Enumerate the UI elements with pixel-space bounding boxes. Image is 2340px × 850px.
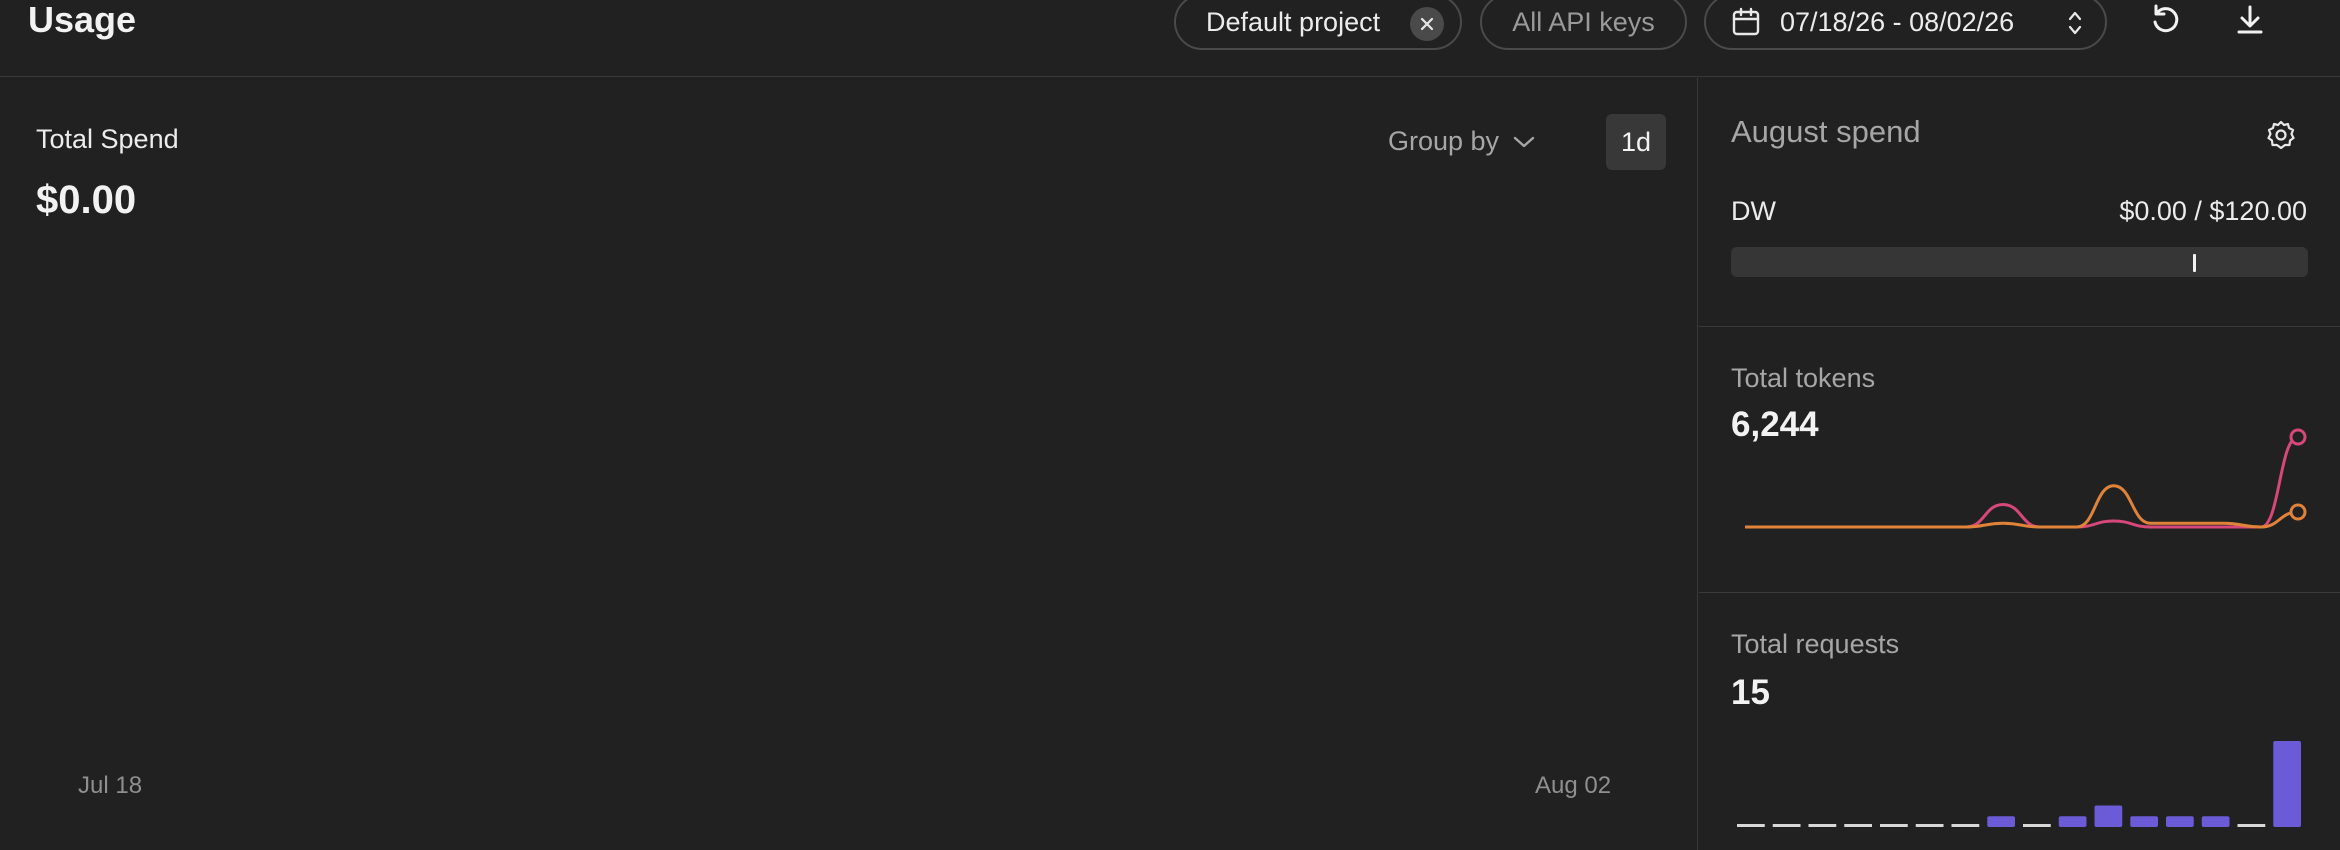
budget-threshold-marker (2193, 254, 2196, 272)
requests-bar-empty (1951, 824, 1980, 827)
summary-panel: August spend DW $0.00 / $120.00 Total to… (1699, 78, 2340, 850)
sort-icon (2068, 11, 2082, 35)
tokens-series-line-0 (1745, 435, 2299, 529)
budget-card: August spend DW $0.00 / $120.00 (1699, 78, 2340, 327)
api-keys-filter[interactable]: All API keys (1480, 0, 1687, 50)
requests-bar-empty (1915, 824, 1944, 827)
tokens-series-endpoint-0 (2289, 428, 2307, 446)
download-icon[interactable] (2230, 0, 2270, 40)
x-axis-start-label: Jul 18 (78, 772, 143, 799)
page-title: Usage (28, 0, 137, 40)
group-by-label: Group by (1388, 126, 1500, 156)
total-spend-label: Total Spend (36, 124, 179, 154)
close-icon[interactable] (1410, 7, 1444, 41)
requests-bar (2201, 816, 2230, 827)
date-range-picker[interactable]: 07/18/26 - 08/02/26 (1704, 0, 2107, 50)
tokens-sparkline (1745, 428, 2307, 529)
requests-bar-empty (1844, 824, 1872, 827)
budget-amount: $0.00 / $120.00 (2119, 196, 2307, 226)
requests-bar-empty (2023, 824, 2051, 827)
calendar-icon (1732, 7, 1760, 36)
budget-title: August spend (1731, 114, 1921, 149)
spend-chart-panel: Total Spend $0.00 Group by 1d Jul 18 Aug… (0, 78, 1698, 850)
date-range-label: 07/18/26 - 08/02/26 (1780, 6, 2015, 37)
requests-bar (1987, 816, 2015, 827)
requests-bar (2130, 816, 2158, 827)
tokens-series-endpoint-1 (2289, 503, 2307, 521)
requests-bar-chart (1737, 741, 2301, 827)
requests-bar-empty (1772, 824, 1801, 827)
gear-icon[interactable] (2264, 118, 2298, 152)
budget-name: DW (1731, 196, 1776, 226)
x-axis-end-label: Aug 02 (1535, 772, 1612, 799)
requests-bar-empty (1808, 824, 1837, 827)
requests-bar-empty (2237, 824, 2266, 827)
requests-bar-empty (1737, 824, 1765, 827)
requests-bar (2166, 816, 2194, 827)
project-filter[interactable]: Default project (1174, 0, 1462, 50)
requests-bar (2058, 816, 2087, 827)
tokens-series-line-1 (1745, 484, 2299, 529)
interval-button[interactable]: 1d (1606, 114, 1666, 170)
chevron-down-icon (1513, 136, 1535, 147)
budget-progress-bar (1731, 247, 2308, 277)
requests-bar (2094, 805, 2123, 827)
group-by-dropdown[interactable]: Group by (1388, 126, 1535, 157)
requests-card: Total requests 15 (1699, 593, 2340, 850)
requests-bar (2273, 741, 2301, 827)
requests-bar-empty (1880, 824, 1908, 827)
api-keys-filter-label: All API keys (1512, 6, 1655, 37)
refresh-icon[interactable] (2146, 0, 2186, 40)
total-spend-value: $0.00 (36, 178, 137, 222)
header: Usage Default project All API keys 07/18… (0, 0, 2340, 77)
tokens-card: Total tokens 6,244 (1699, 327, 2340, 593)
project-filter-label: Default project (1206, 6, 1381, 37)
